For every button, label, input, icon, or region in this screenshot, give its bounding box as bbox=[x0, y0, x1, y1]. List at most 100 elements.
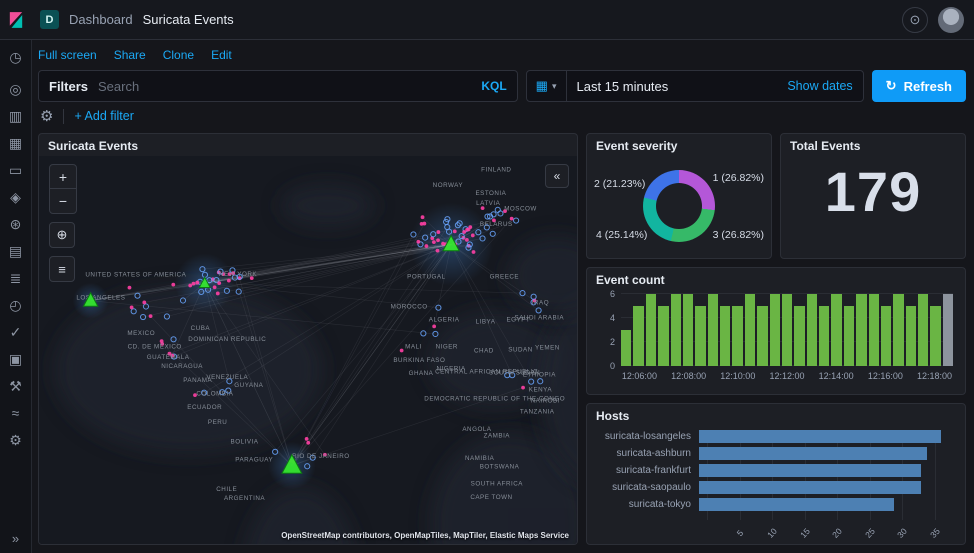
donut-ring[interactable] bbox=[643, 170, 715, 242]
svg-text:ECUADOR: ECUADOR bbox=[187, 404, 222, 411]
kql-toggle-button[interactable]: KQL bbox=[481, 79, 506, 93]
user-avatar[interactable] bbox=[938, 7, 964, 33]
nav-recently-viewed-icon[interactable]: ◷ bbox=[0, 50, 31, 64]
svg-text:NORWAY: NORWAY bbox=[433, 182, 464, 189]
zoom-out-button[interactable]: − bbox=[50, 189, 76, 213]
nav-metrics-icon[interactable]: ▤ bbox=[0, 244, 31, 258]
breadcrumb: D Dashboard Suricata Events bbox=[32, 10, 234, 29]
svg-text:PORTUGAL: PORTUGAL bbox=[407, 274, 445, 281]
event-count-bar bbox=[720, 306, 730, 366]
event-count-bar bbox=[658, 306, 668, 366]
filters-menu-button[interactable]: Filters bbox=[49, 79, 88, 94]
svg-text:MALI: MALI bbox=[405, 343, 422, 350]
show-dates-button[interactable]: Show dates bbox=[787, 79, 852, 93]
svg-text:IRAQ: IRAQ bbox=[532, 300, 549, 307]
x-axis-label: 12:18:00 bbox=[917, 371, 952, 381]
svg-text:NAMIBIA: NAMIBIA bbox=[465, 455, 495, 462]
kibana-logo[interactable] bbox=[0, 0, 32, 40]
nav-discover-icon[interactable]: ◎ bbox=[0, 82, 31, 96]
refresh-button[interactable]: ↻ Refresh bbox=[872, 70, 966, 102]
svg-text:PARAGUAY: PARAGUAY bbox=[235, 457, 273, 464]
world-map[interactable]: FINLANDNORWAYESTONIALATVIAMOSCOWBELARUSU… bbox=[39, 156, 577, 544]
total-events-value: 179 bbox=[781, 164, 965, 220]
svg-text:FINLAND: FINLAND bbox=[481, 167, 511, 174]
nav-management-icon[interactable]: ⚙ bbox=[0, 433, 31, 447]
host-bar-track bbox=[699, 447, 951, 460]
global-header: D Dashboard Suricata Events ⊙ bbox=[0, 0, 974, 40]
x-axis-label: 12:06:00 bbox=[622, 371, 657, 381]
hosts-chart[interactable]: suricata-losangeles suricata-ashburn suric… bbox=[587, 426, 965, 542]
svg-text:GUATEMALA: GUATEMALA bbox=[147, 354, 190, 361]
search-input[interactable] bbox=[98, 79, 471, 94]
breadcrumb-dashboard[interactable]: Dashboard bbox=[69, 12, 133, 27]
svg-text:SOUTH AFRICA: SOUTH AFRICA bbox=[471, 480, 524, 487]
severity-donut-chart[interactable]: 1 (26.82%)3 (26.82%)4 (25.14%)2 (21.23%) bbox=[587, 156, 771, 256]
date-picker-button[interactable]: ▦ ▾ bbox=[527, 71, 567, 101]
query-row: Filters KQL ▦ ▾ Last 15 minutes Show dat… bbox=[32, 67, 974, 105]
svg-text:TANZANIA: TANZANIA bbox=[520, 409, 555, 416]
x-axis-label: 12:08:00 bbox=[671, 371, 706, 381]
hosts-row: suricata-saopaulo bbox=[587, 481, 951, 494]
svg-text:GHANA: GHANA bbox=[409, 370, 434, 377]
fit-to-data-button[interactable]: ⊕ bbox=[49, 222, 75, 248]
add-filter-button[interactable]: + Add filter bbox=[74, 109, 133, 123]
collapse-menu-icon[interactable]: » bbox=[0, 532, 31, 545]
map-attribution[interactable]: OpenStreetMap contributors, OpenMapTiles… bbox=[281, 531, 569, 540]
refresh-label: Refresh bbox=[904, 79, 952, 94]
map-canvas[interactable]: FINLANDNORWAYESTONIALATVIAMOSCOWBELARUSU… bbox=[39, 156, 577, 544]
svg-text:NICARAGUA: NICARAGUA bbox=[161, 363, 203, 370]
time-picker: ▦ ▾ Last 15 minutes Show dates bbox=[526, 70, 864, 102]
hosts-row: suricata-ashburn bbox=[587, 447, 951, 460]
nav-visualize-icon[interactable]: ▥ bbox=[0, 109, 31, 123]
y-axis-label: 6 bbox=[595, 289, 615, 299]
zoom-in-button[interactable]: + bbox=[50, 165, 76, 189]
svg-text:CUBA: CUBA bbox=[191, 325, 211, 332]
event-count-bar bbox=[930, 306, 940, 366]
toolbar-link-edit[interactable]: Edit bbox=[211, 48, 232, 62]
nav-dashboard-icon[interactable]: ▦ bbox=[0, 136, 31, 150]
svg-text:ZAMBIA: ZAMBIA bbox=[484, 433, 511, 440]
nav-logs-icon[interactable]: ≣ bbox=[0, 271, 31, 285]
svg-text:ETHIOPIA: ETHIOPIA bbox=[523, 371, 557, 378]
host-bar bbox=[699, 481, 921, 494]
nav-maps-icon[interactable]: ◈ bbox=[0, 190, 31, 204]
toolbar-link-clone[interactable]: Clone bbox=[163, 48, 194, 62]
event-count-bar bbox=[943, 294, 953, 366]
legend-toggle-button[interactable]: « bbox=[545, 164, 569, 188]
host-bar bbox=[699, 430, 941, 443]
nav-stack-monitoring-icon[interactable]: ≈ bbox=[0, 406, 31, 420]
event-count-bar bbox=[683, 294, 693, 366]
toolbar-link-full-screen[interactable]: Full screen bbox=[38, 48, 97, 62]
space-badge[interactable]: D bbox=[40, 10, 59, 29]
svg-text:CHILE: CHILE bbox=[216, 486, 237, 493]
host-bar-track bbox=[699, 498, 951, 511]
svg-text:ESTONIA: ESTONIA bbox=[475, 190, 506, 197]
time-range-label[interactable]: Last 15 minutes bbox=[567, 79, 788, 94]
newsfeed-icon[interactable]: ⊙ bbox=[902, 7, 928, 33]
svg-text:ARGENTINA: ARGENTINA bbox=[224, 495, 265, 502]
event-count-chart[interactable]: 024612:06:0012:08:0012:10:0012:12:0012:1… bbox=[621, 294, 953, 366]
svg-text:NEW YORK: NEW YORK bbox=[219, 271, 257, 278]
x-axis-label: 12:12:00 bbox=[769, 371, 804, 381]
nav-machine-learning-icon[interactable]: ⊛ bbox=[0, 217, 31, 231]
event-count-bar bbox=[708, 294, 718, 366]
layers-button[interactable]: ≡ bbox=[49, 256, 75, 282]
nav-dev-tools-icon[interactable]: ⚒ bbox=[0, 379, 31, 393]
event-count-bar bbox=[794, 306, 804, 366]
event-count-bar bbox=[906, 306, 916, 366]
hosts-row: suricata-losangeles bbox=[587, 430, 951, 443]
svg-text:RIO DE JANEIRO: RIO DE JANEIRO bbox=[292, 453, 349, 460]
map-panel: Suricata Events FINLANDNORWAYESTONIALATV… bbox=[38, 133, 578, 545]
svg-text:PERU: PERU bbox=[208, 419, 227, 426]
nav-canvas-icon[interactable]: ▭ bbox=[0, 163, 31, 177]
nav-siem-icon[interactable]: ▣ bbox=[0, 352, 31, 366]
event-count-bar bbox=[819, 306, 829, 366]
y-axis-label: 0 bbox=[595, 361, 615, 371]
query-bar: Filters KQL bbox=[38, 70, 518, 102]
nav-apm-icon[interactable]: ◴ bbox=[0, 298, 31, 312]
event-count-bar bbox=[621, 330, 631, 366]
filter-options-gear-icon[interactable]: ⚙ bbox=[40, 107, 53, 125]
toolbar-link-share[interactable]: Share bbox=[114, 48, 146, 62]
svg-text:BELARUS: BELARUS bbox=[480, 221, 513, 228]
nav-uptime-icon[interactable]: ✓ bbox=[0, 325, 31, 339]
